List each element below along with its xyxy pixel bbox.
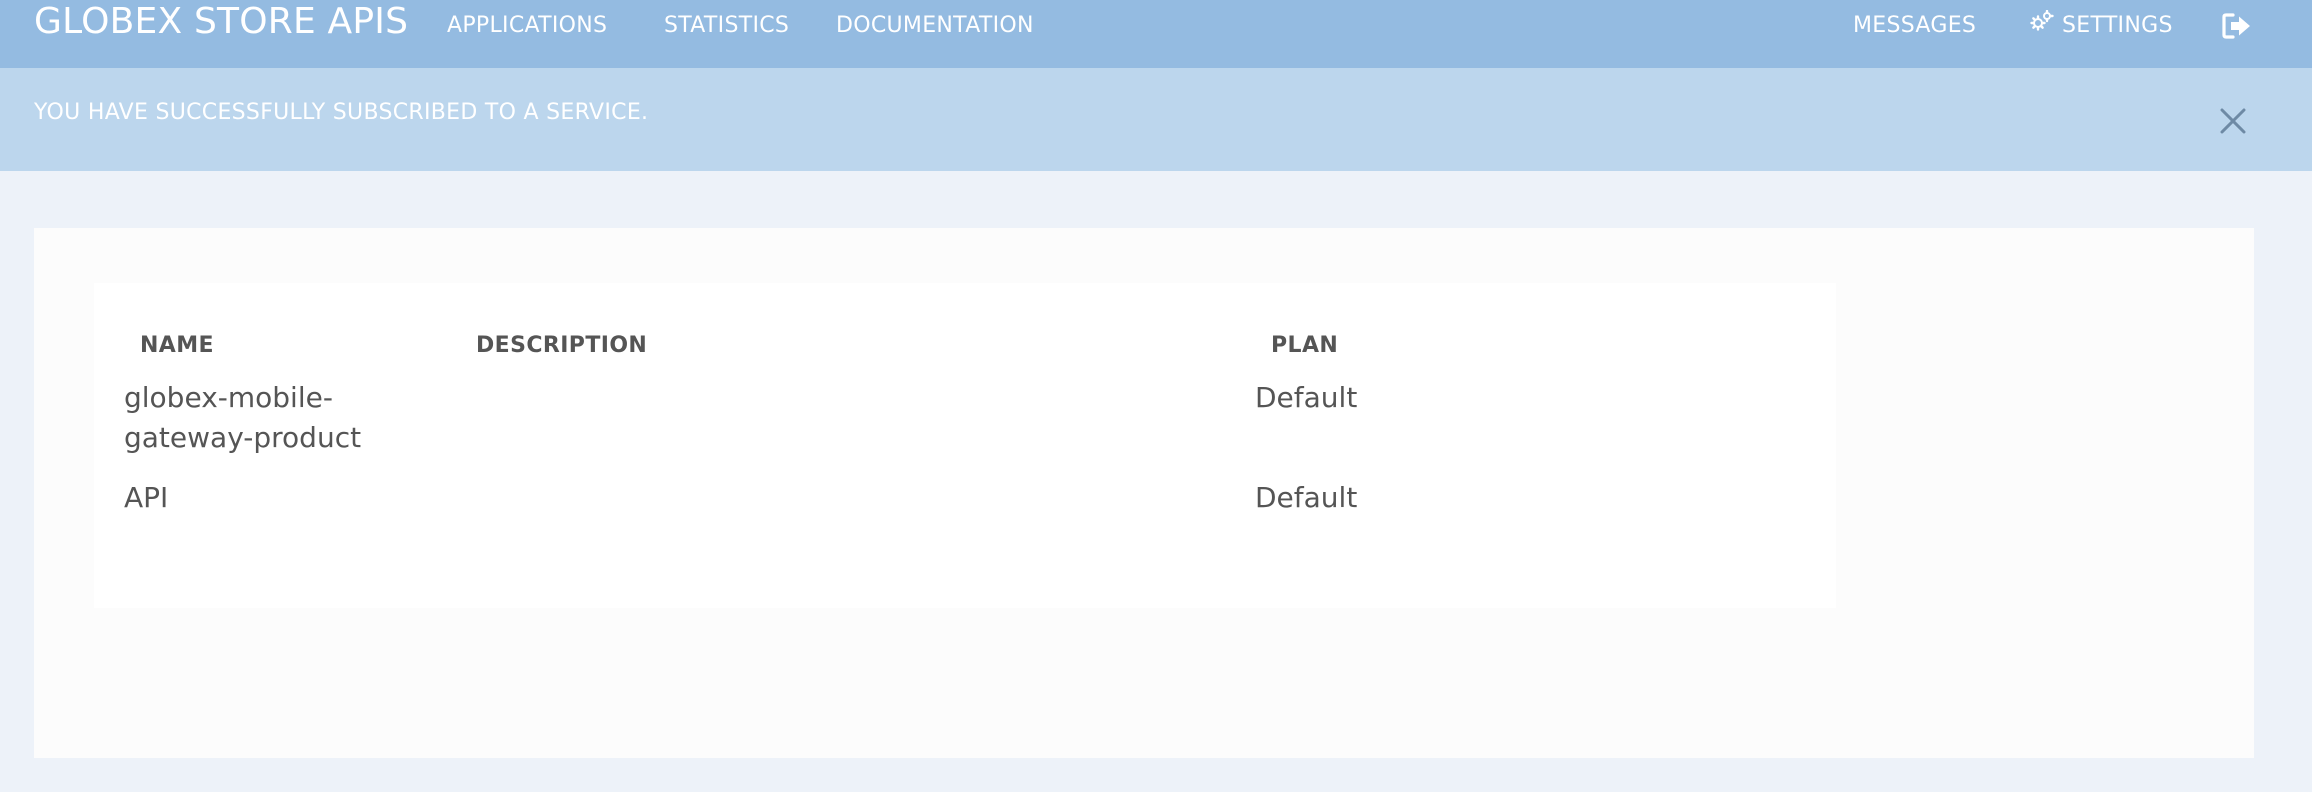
row-name: globex-mobile-gateway-product	[124, 381, 362, 454]
column-header-name: NAME	[140, 333, 214, 358]
gears-icon	[2030, 0, 2054, 52]
alert-message: YOU HAVE SUCCESSFULLY SUBSCRIBED TO A SE…	[34, 100, 649, 125]
row-plan: Default	[1255, 381, 1358, 414]
nav-documentation[interactable]: DOCUMENTATION	[836, 0, 1034, 52]
table-row: API Default	[94, 478, 1836, 528]
column-header-description: DESCRIPTION	[476, 333, 648, 358]
close-icon[interactable]	[2218, 106, 2248, 136]
sign-out-icon[interactable]	[2222, 12, 2252, 40]
row-plan: Default	[1255, 481, 1358, 514]
nav-settings-label: SETTINGS	[2062, 13, 2173, 38]
row-name: API	[124, 481, 169, 514]
table-row: globex-mobile-gateway-product Default	[94, 378, 1836, 473]
top-navbar: GLOBEX STORE APIS APPLICATIONS STATISTIC…	[0, 0, 2312, 68]
subscriptions-card: NAME DESCRIPTION PLAN globex-mobile-gate…	[34, 228, 2254, 758]
column-header-plan: PLAN	[1271, 333, 1339, 358]
nav-settings[interactable]: SETTINGS	[2030, 0, 2173, 52]
brand-title[interactable]: GLOBEX STORE APIS	[34, 0, 408, 44]
nav-messages[interactable]: MESSAGES	[1853, 0, 1976, 52]
subscriptions-table: NAME DESCRIPTION PLAN globex-mobile-gate…	[94, 283, 1836, 608]
nav-applications[interactable]: APPLICATIONS	[447, 0, 607, 52]
success-alert: YOU HAVE SUCCESSFULLY SUBSCRIBED TO A SE…	[0, 68, 2312, 171]
nav-statistics[interactable]: STATISTICS	[664, 0, 789, 52]
